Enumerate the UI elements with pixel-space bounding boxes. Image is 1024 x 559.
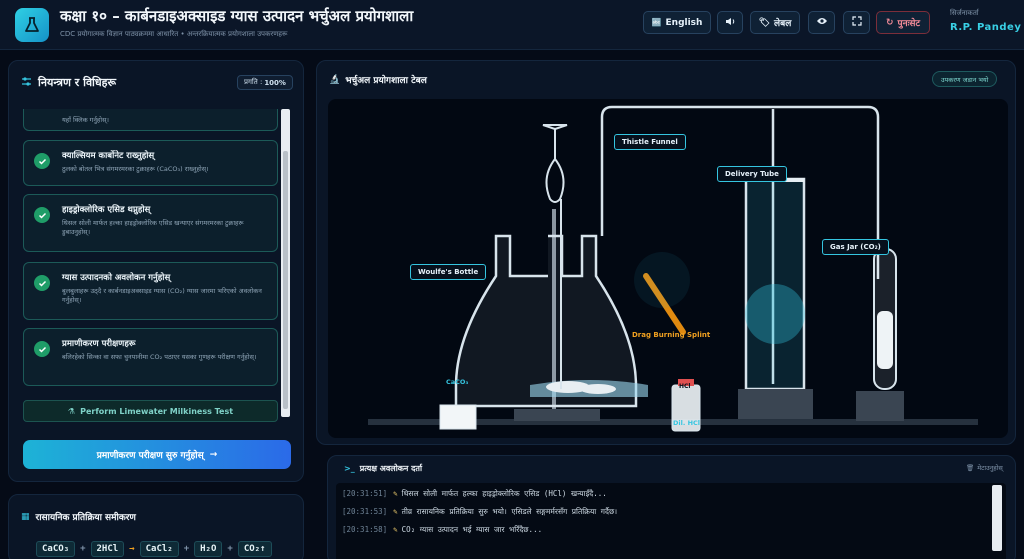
lab-panel: 🔬 भर्चुअल प्रयोगशाला टेबल उपकरण जडान भयो xyxy=(316,60,1016,445)
equation-term: CaCl₂ xyxy=(139,541,179,557)
check-icon xyxy=(34,207,50,223)
app-title: कक्षा १० – कार्बनडाइअक्साइड ग्यास उत्पाद… xyxy=(60,7,414,25)
equation-row: CaCO₃ + 2HCl → CaCl₂ + H₂O + CO₂↑ xyxy=(36,541,272,557)
language-icon: 🔤 xyxy=(651,18,662,27)
step-title: हाइड्रोक्लोरिक एसिड थप्नुहोस् xyxy=(62,205,151,215)
woulfe-bottle-label: Woulfe's Bottle xyxy=(410,264,487,280)
step-item[interactable]: हाइड्रोक्लोरिक एसिड थप्नुहोस् थिसल सोली … xyxy=(23,194,278,252)
limewater-test-button[interactable]: ⚗ Perform Limewater Milkiness Test xyxy=(23,400,278,422)
check-icon xyxy=(34,153,50,169)
equation-operator: + xyxy=(80,544,86,554)
sound-button[interactable] xyxy=(717,11,743,34)
step-item[interactable]: यहाँ क्लिक गर्नुहोस्। xyxy=(23,109,278,131)
hcl-bottle-label: HCl xyxy=(679,383,691,390)
check-icon xyxy=(34,275,50,291)
caco3-beaker xyxy=(439,404,477,430)
author-name: R.P. Pandey xyxy=(950,22,1022,33)
label-toggle-button[interactable]: 🏷 लेबल xyxy=(750,11,800,34)
thistle-funnel-label: Thistle Funnel xyxy=(614,134,686,150)
check-icon xyxy=(34,341,50,357)
step-title: क्याल्सियम कार्बोनेट राख्नुहोस् xyxy=(62,151,155,161)
step-item[interactable]: क्याल्सियम कार्बोनेट राख्नुहोस् ठुलको बो… xyxy=(23,140,278,186)
step-item[interactable]: प्रमाणीकरण परीक्षणहरू बलिरहेको सिन्का वा… xyxy=(23,328,278,386)
log-entry: [20:31:51] ✎ थिसल सोली मार्फत हल्का हाइड्र… xyxy=(342,489,607,498)
language-button[interactable]: 🔤 English xyxy=(643,11,711,34)
pencil-icon: ✎ xyxy=(393,489,398,498)
delivery-tube-label: Delivery Tube xyxy=(717,166,787,182)
connection-badge: उपकरण जडान भयो xyxy=(932,71,998,87)
controls-panel: नियन्त्रण र विधिहरू प्रगति : 100% यहाँ क… xyxy=(8,60,304,482)
woulfe-bottle xyxy=(454,234,638,408)
equation-operator: + xyxy=(183,544,190,554)
step-desc: थिसल सोली मार्फत हल्का हाइड्रोक्लोरिक एस… xyxy=(62,219,244,236)
lab-title: 🔬 भर्चुअल प्रयोगशाला टेबल xyxy=(329,74,427,87)
log-body: [20:31:51] ✎ थिसल सोली मार्फत हल्का हाइड्र… xyxy=(336,483,1006,559)
reset-icon: ↻ xyxy=(885,17,894,28)
lab-stage: Thistle Funnel Delivery Tube Woulfe's Bo… xyxy=(328,99,1008,438)
step-item[interactable]: ग्यास उत्पादनको अवलोकन गर्नुहोस् बुलबुला… xyxy=(23,262,278,320)
clear-log-button[interactable]: 🗑 मेटाउनुहोस् xyxy=(966,463,1003,473)
fullscreen-button[interactable] xyxy=(843,11,870,34)
flask-icon xyxy=(15,8,49,42)
reset-button[interactable]: ↻ पुनःसेट xyxy=(876,11,930,34)
step-title: प्रमाणीकरण परीक्षणहरू xyxy=(62,339,136,349)
hcl-caption: Dil. HCl xyxy=(673,419,701,427)
pencil-icon: ✎ xyxy=(393,525,398,534)
step-desc: बलिरहेको सिन्का वा सफा चुनपानीमा CO₂ पठा… xyxy=(62,353,257,361)
caco3-label: CaCO₃ xyxy=(446,378,469,386)
microscope-icon: 🔬 xyxy=(329,74,341,85)
equation-term: H₂O xyxy=(194,541,223,557)
log-title: >_ प्रत्यक्ष अवलोकन दर्ता xyxy=(344,464,423,473)
equation-operator: + xyxy=(227,544,233,554)
controls-title: नियन्त्रण र विधिहरू xyxy=(21,75,116,90)
retort-stand-base xyxy=(514,409,600,421)
equation-arrow: → xyxy=(129,544,135,554)
view-button[interactable] xyxy=(808,11,835,34)
log-scrollbar[interactable] xyxy=(992,485,1002,551)
equation-term: CaCO₃ xyxy=(36,541,76,557)
arrow-right-icon: → xyxy=(209,449,218,460)
thistle-funnel xyxy=(542,124,568,203)
equation-term: 2HCl xyxy=(90,541,125,557)
scrollbar-thumb[interactable] xyxy=(283,151,288,409)
eye-icon xyxy=(816,16,828,29)
gas-jar-label: Gas Jar (CO₂) xyxy=(822,239,889,255)
start-verification-button[interactable]: प्रमाणीकरण परीक्षण सुरु गर्नुहोस् → xyxy=(23,440,291,469)
log-entry: [20:31:53] ✎ तीव्र रासायनिक प्रतिक्रिया सु… xyxy=(342,507,618,516)
progress-badge: प्रगति : 100% xyxy=(237,75,293,90)
fullscreen-icon xyxy=(851,16,862,29)
author-label: सिर्जनाकर्ता xyxy=(950,9,979,17)
log-entry: [20:31:58] ✎ CO₂ ग्यास उत्पादन भई ग्यास जा… xyxy=(342,525,543,534)
calculator-icon: ▦ xyxy=(21,511,30,522)
flask-small-icon: ⚗ xyxy=(67,406,76,416)
tag-icon: 🏷 xyxy=(758,17,771,28)
step-desc: ठुलको बोतल भित्र संगमरमरका टुक्राहरू (Ca… xyxy=(62,165,209,173)
co2-gas-cloud xyxy=(745,284,805,344)
equation-panel: ▦ रासायनिक प्रतिक्रिया समीकरण CaCO₃ + 2H… xyxy=(8,494,304,559)
speaker-icon xyxy=(725,16,736,30)
equation-term: CO₂↑ xyxy=(237,541,272,557)
splint-label[interactable]: Drag Burning Splint xyxy=(632,331,710,339)
step-list-scrollbar[interactable] xyxy=(281,109,290,417)
observation-log-panel: >_ प्रत्यक्ष अवलोकन दर्ता 🗑 मेटाउनुहोस् … xyxy=(327,455,1016,559)
gas-jar-base xyxy=(738,389,813,419)
step-list: यहाँ क्लिक गर्नुहोस्। क्याल्सियम कार्बोन… xyxy=(23,109,291,417)
app-header: कक्षा १० – कार्बनडाइअक्साइड ग्यास उत्पाद… xyxy=(0,0,1024,50)
app-subtitle: CDC प्रयोगात्मक विज्ञान पाठ्यक्रममा आधार… xyxy=(60,30,288,38)
terminal-icon: >_ xyxy=(344,464,355,473)
pencil-icon: ✎ xyxy=(393,507,398,516)
step-title: ग्यास उत्पादनको अवलोकन गर्नुहोस् xyxy=(62,273,171,283)
step-desc: बुलबुलाहरू उठ्दै र कार्बनडाइअक्साइड ग्या… xyxy=(62,287,262,304)
step-desc: यहाँ क्लिक गर्नुहोस्। xyxy=(62,116,109,124)
trash-icon: 🗑 xyxy=(966,463,975,472)
sliders-icon xyxy=(21,76,32,90)
equation-title: ▦ रासायनिक प्रतिक्रिया समीकरण xyxy=(21,511,136,524)
